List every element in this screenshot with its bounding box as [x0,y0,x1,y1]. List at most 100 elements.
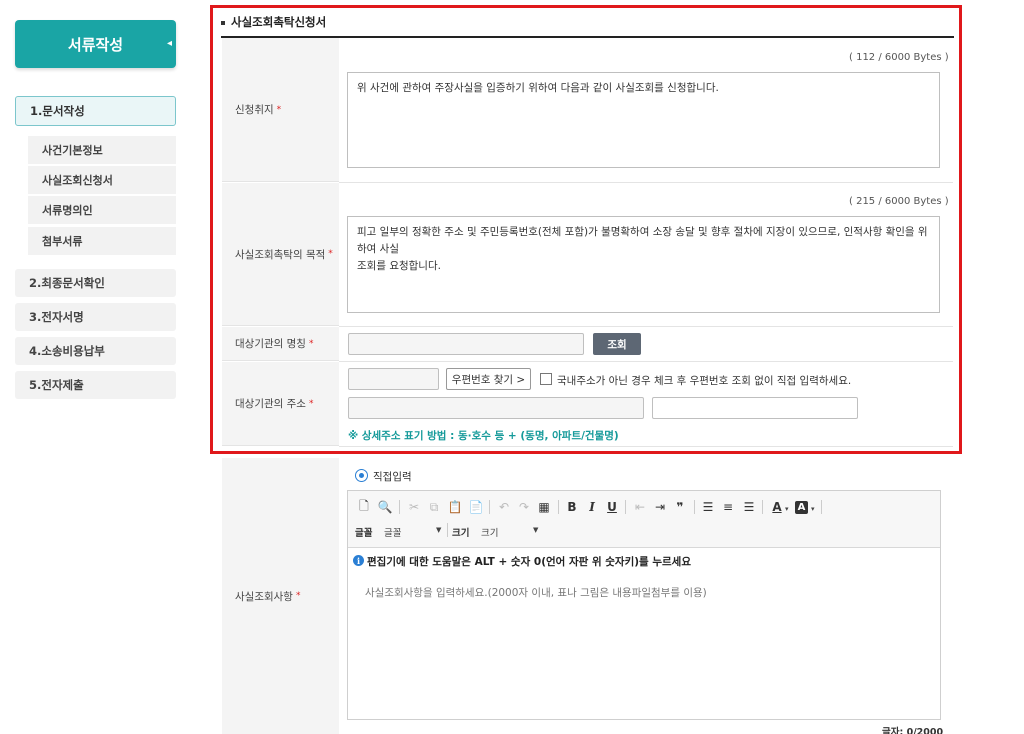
sidebar-step-label: 2.최종문서확인 [29,276,105,290]
postal-search-label: 우편번호 찾기 > [451,373,526,386]
italic-icon[interactable]: I [584,499,600,515]
label-agency-address-text: 대상기관의 주소 [235,398,306,410]
bold-icon[interactable]: B [564,499,580,515]
label-inquiry-items-text: 사실조회사항 [235,590,293,603]
direct-input-radio[interactable] [355,469,368,482]
address-detail-input[interactable] [652,397,858,419]
sidebar-sub-case-info[interactable]: 사건기본정보 [28,136,176,164]
required-mark: * [308,338,314,349]
sidebar-step-label: 4.소송비용납부 [29,344,105,358]
purpose-text: 위 사건에 관하여 주장사실을 입증하기 위하여 다음과 같이 사실조회를 신청… [357,82,719,94]
address-input[interactable] [348,397,644,419]
agency-search-label: 조회 [607,338,627,351]
bullet-icon [221,20,225,25]
direct-input-label: 직접입력 [373,471,412,483]
chevron-down-icon[interactable]: ▼ [533,526,538,534]
agency-name-input[interactable] [348,333,584,355]
sidebar-step-label: 1.문서작성 [30,104,85,118]
section-title: 사실조회촉탁신청서 [221,14,326,30]
sidebar: 서류작성 ◂ 1.문서작성 사건기본정보 사실조회신청서 서류명의인 첨부서류 … [0,0,200,734]
align-left-icon[interactable]: ☰ [700,499,716,515]
toolbar-separator [821,500,822,514]
char-counter: 글자: 0/2000 [882,727,944,734]
paste-icon[interactable]: 📋 [447,499,463,515]
outdent-icon[interactable]: ⇤ [632,499,648,515]
sidebar-sub-attachments[interactable]: 첨부서류 [28,227,176,255]
sidebar-step-final-check[interactable]: 2.최종문서확인 [15,269,176,297]
sidebar-step-label: 5.전자제출 [29,378,84,392]
sidebar-sub-label: 사건기본정보 [42,144,103,157]
format-block-icon[interactable]: ▦ [536,499,552,515]
underline-icon[interactable]: U [604,499,620,515]
toolbar-separator [694,500,695,514]
row-divider [339,361,953,362]
objective-text-line2: 조회를 요청합니다. [357,260,441,272]
paste-text-icon[interactable]: 📄 [468,499,484,515]
font-label: 글꼴 [355,528,373,539]
purpose-byte-counter: ( 112 / 6000 Bytes ) [849,52,949,63]
objective-textarea[interactable]: 피고 일부의 정확한 주소 및 주민등록번호(전체 포함)가 불명확하여 소장 … [347,216,940,313]
postal-search-button[interactable]: 우편번호 찾기 > [446,368,531,390]
required-mark: * [308,398,314,409]
objective-text-line1: 피고 일부의 정확한 주소 및 주민등록번호(전체 포함)가 불명확하여 소장 … [357,226,928,255]
row-divider [339,446,953,447]
address-format-note: ※ 상세주소 표기 방법 : 동·호수 등 + (동명, 아파트/건물명) [348,430,619,442]
row-divider [339,182,953,183]
toolbar-separator [762,500,763,514]
rich-text-editor[interactable]: 🗋 🔍 ✂ ⧉ 📋 📄 ↶ ↷ ▦ B I U ⇤ ⇥ ❞ ☰ ≡ ☰ A ▾ … [347,490,941,720]
align-right-icon[interactable]: ☰ [741,499,757,515]
chevron-down-icon[interactable]: ▼ [436,526,441,534]
label-inquiry-items: 사실조회사항 * [222,458,339,734]
sidebar-sub-label: 서류명의인 [42,204,93,217]
chevron-down-icon[interactable]: ▾ [811,505,815,513]
sidebar-sub-doc-holder[interactable]: 서류명의인 [28,196,176,224]
editor-toolbar: 🗋 🔍 ✂ ⧉ 📋 📄 ↶ ↷ ▦ B I U ⇤ ⇥ ❞ ☰ ≡ ☰ A ▾ … [348,491,940,548]
collapse-icon[interactable]: ◂ [167,37,177,51]
toolbar-separator [625,500,626,514]
sidebar-sub-label: 사실조회신청서 [42,174,113,187]
blockquote-icon[interactable]: ❞ [672,499,688,515]
row-divider [339,326,953,327]
redo-icon[interactable]: ↷ [516,499,532,515]
label-purpose-text: 신청취지 [235,104,274,116]
label-agency-name: 대상기관의 명칭 * [222,327,339,361]
postal-code-input[interactable] [348,368,439,390]
objective-byte-counter: ( 215 / 6000 Bytes ) [849,196,949,207]
toolbar-separator [399,500,400,514]
foreign-address-label: 국내주소가 아닌 경우 체크 후 우편번호 조회 없이 직접 입력하세요. [557,375,852,387]
info-icon: i [353,555,364,566]
label-objective: 사실조회촉탁의 목적 * [222,183,339,326]
toolbar-separator [447,523,448,537]
sidebar-step-e-submit[interactable]: 5.전자제출 [15,371,176,399]
copy-icon[interactable]: ⧉ [426,499,442,515]
new-document-icon[interactable]: 🗋 [356,499,372,515]
sidebar-step-document-writing[interactable]: 1.문서작성 [15,96,176,126]
indent-icon[interactable]: ⇥ [652,499,668,515]
preview-icon[interactable]: 🔍 [377,499,393,515]
agency-search-button[interactable]: 조회 [593,333,641,355]
background-color-icon[interactable]: A [795,501,808,514]
editor-placeholder: 사실조회사항을 입력하세요.(2000자 이내, 표나 그림은 내용파일첨부를 … [365,587,707,599]
text-color-icon[interactable]: A [769,499,785,515]
label-purpose: 신청취지 * [222,38,339,182]
sidebar-sub-label: 첨부서류 [42,235,83,248]
label-objective-text: 사실조회촉탁의 목적 [235,248,326,261]
sidebar-step-label: 3.전자서명 [29,310,84,324]
toolbar-separator [489,500,490,514]
sidebar-step-e-signature[interactable]: 3.전자서명 [15,303,176,331]
size-select[interactable]: 크기 [481,525,498,539]
font-select[interactable]: 글꼴 [384,525,401,539]
sidebar-step-fee-payment[interactable]: 4.소송비용납부 [15,337,176,365]
label-agency-name-text: 대상기관의 명칭 [235,338,306,350]
label-agency-address: 대상기관의 주소 * [222,362,339,446]
sidebar-title-text: 서류작성 [67,35,124,54]
sidebar-sub-fact-inquiry[interactable]: 사실조회신청서 [28,166,176,194]
align-center-icon[interactable]: ≡ [720,499,736,515]
required-mark: * [328,249,333,259]
undo-icon[interactable]: ↶ [496,499,512,515]
purpose-textarea[interactable]: 위 사건에 관하여 주장사실을 입증하기 위하여 다음과 같이 사실조회를 신청… [347,72,940,168]
chevron-down-icon[interactable]: ▾ [785,505,789,513]
foreign-address-checkbox[interactable] [540,373,552,385]
sidebar-title: 서류작성 ◂ [15,20,176,68]
cut-icon[interactable]: ✂ [406,499,422,515]
